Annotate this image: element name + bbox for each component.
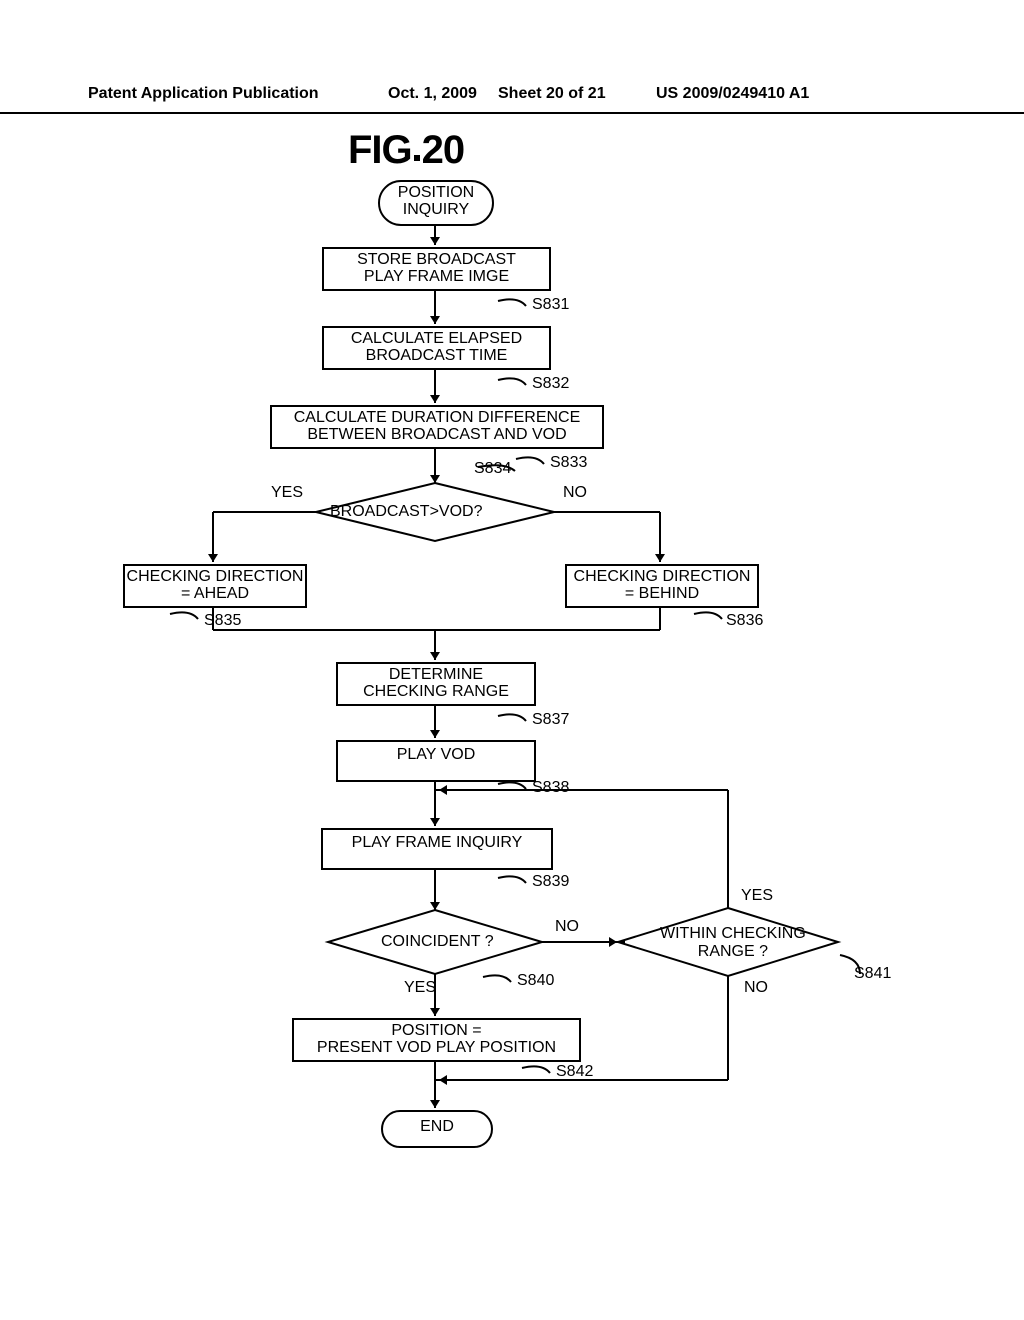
- arrow-icon: [430, 395, 440, 403]
- decision-coincident: COINCIDENT ?: [381, 933, 494, 951]
- step-s842: S842: [556, 1063, 593, 1081]
- n3-text: CALCULATE DURATION DIFFERENCE BETWEEN BR…: [294, 409, 581, 443]
- flowchart-lines: [0, 0, 1024, 1320]
- branch-yes: YES: [404, 979, 436, 997]
- arrow-icon: [430, 902, 440, 910]
- process-calc-elapsed: CALCULATE ELAPSED BROADCAST TIME: [322, 326, 551, 370]
- n1-text: STORE BROADCAST PLAY FRAME IMGE: [357, 251, 516, 285]
- n10-text: POSITION = PRESENT VOD PLAY POSITION: [317, 1022, 556, 1056]
- arrow-icon: [609, 937, 617, 947]
- arrow-icon: [430, 237, 440, 245]
- arrow-icon: [430, 1100, 440, 1108]
- step-s841: S841: [854, 965, 891, 983]
- process-check-range: DETERMINE CHECKING RANGE: [336, 662, 536, 706]
- step-s840: S840: [517, 972, 554, 990]
- step-s831: S831: [532, 296, 569, 314]
- n5b-text: CHECKING DIRECTION = BEHIND: [574, 568, 751, 602]
- process-position: POSITION = PRESENT VOD PLAY POSITION: [292, 1018, 581, 1062]
- process-store-frame: STORE BROADCAST PLAY FRAME IMGE: [322, 247, 551, 291]
- step-s832: S832: [532, 375, 569, 393]
- n7-text: PLAY VOD: [397, 746, 476, 763]
- branch-yes: YES: [271, 484, 303, 502]
- arrow-icon: [655, 554, 665, 562]
- n8-text: PLAY FRAME INQUIRY: [352, 834, 523, 851]
- step-s837: S837: [532, 711, 569, 729]
- process-calc-diff: CALCULATE DURATION DIFFERENCE BETWEEN BR…: [270, 405, 604, 449]
- step-s838: S838: [532, 779, 569, 797]
- page: Patent Application Publication Oct. 1, 2…: [0, 0, 1024, 1320]
- terminal-end: END: [381, 1110, 493, 1148]
- arrow-icon: [208, 554, 218, 562]
- arrow-icon: [430, 475, 440, 483]
- arrow-icon: [439, 785, 447, 795]
- branch-no: NO: [563, 484, 587, 502]
- step-s836: S836: [726, 612, 763, 630]
- arrow-icon: [439, 1075, 447, 1085]
- arrow-icon: [430, 730, 440, 738]
- step-s839: S839: [532, 873, 569, 891]
- process-frame-inquiry: PLAY FRAME INQUIRY: [321, 828, 553, 870]
- n6-text: DETERMINE CHECKING RANGE: [363, 666, 509, 700]
- arrow-icon: [430, 316, 440, 324]
- n5a-text: CHECKING DIRECTION = AHEAD: [127, 568, 304, 602]
- step-s835: S835: [204, 612, 241, 630]
- process-play-vod: PLAY VOD: [336, 740, 536, 782]
- decision-broadcast-vod: BROADCAST>VOD?: [330, 503, 482, 521]
- arrow-icon: [430, 1008, 440, 1016]
- decision-within-range: WITHIN CHECKING RANGE ?: [660, 925, 806, 961]
- branch-yes: YES: [741, 887, 773, 905]
- branch-no: NO: [744, 979, 768, 997]
- branch-no: NO: [555, 918, 579, 936]
- process-direction-behind: CHECKING DIRECTION = BEHIND: [565, 564, 759, 608]
- step-s833: S833: [550, 454, 587, 472]
- arrow-icon: [430, 818, 440, 826]
- step-s834: S834: [474, 460, 511, 478]
- process-direction-ahead: CHECKING DIRECTION = AHEAD: [123, 564, 307, 608]
- end-text: END: [420, 1118, 454, 1135]
- n2-text: CALCULATE ELAPSED BROADCAST TIME: [351, 330, 522, 364]
- start-text: POSITION INQUIRY: [398, 184, 474, 218]
- terminal-start: POSITION INQUIRY: [378, 180, 494, 226]
- arrow-icon: [430, 652, 440, 660]
